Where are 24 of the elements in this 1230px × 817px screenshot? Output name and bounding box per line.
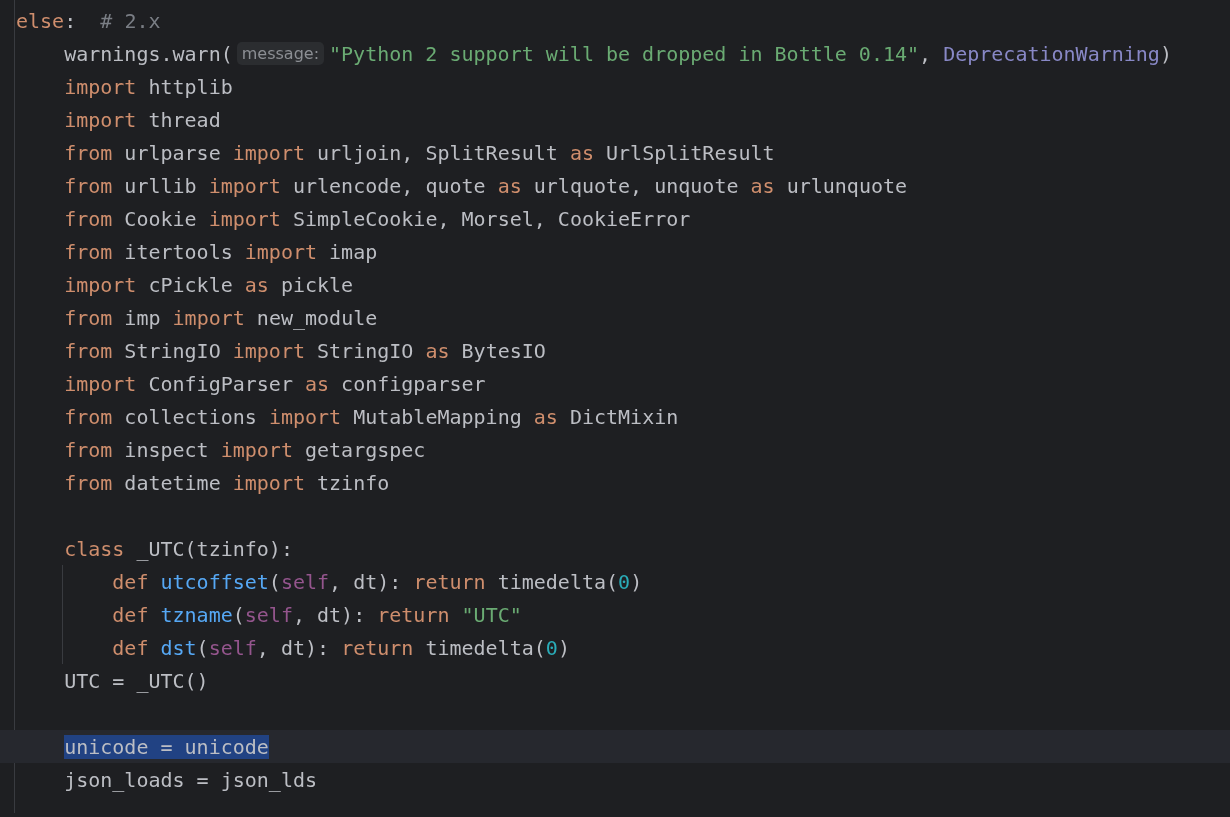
code-text: warnings.warn( bbox=[64, 41, 233, 66]
code-text: def tzname(self, dt): return "UTC" bbox=[112, 602, 522, 627]
code-text: from inspect import getargspec bbox=[64, 437, 426, 462]
code-text: from itertools import imap bbox=[64, 239, 378, 264]
selected-code-text: unicode = unicode bbox=[64, 734, 269, 759]
parameter-hint: message: bbox=[236, 42, 325, 65]
code-text: import ConfigParser as configparser bbox=[64, 371, 486, 396]
code-text: "Python 2 support will be dropped in Bottle 0.14", DeprecationWarning) bbox=[329, 41, 1172, 66]
code-text: from StringIO import StringIO as BytesIO bbox=[64, 338, 546, 363]
code-text: import thread bbox=[64, 107, 221, 132]
code-text: from Cookie import SimpleCookie, Morsel, CookieError bbox=[64, 206, 691, 231]
code-text: def utcoffset(self, dt): return timedelta(0) bbox=[112, 569, 643, 594]
code-text: from collections import MutableMapping as DictMixin bbox=[64, 404, 679, 429]
code-text: else: # 2.x bbox=[16, 8, 161, 33]
code-text: UTC = _UTC() bbox=[64, 668, 209, 693]
code-text: from urlparse import urljoin, SplitResult as UrlSplitResult bbox=[64, 140, 775, 165]
code-text: json_loads = json_lds bbox=[64, 767, 318, 792]
code-text: from datetime import tzinfo bbox=[64, 470, 390, 495]
code-text: import cPickle as pickle bbox=[64, 272, 354, 297]
code-text: class _UTC(tzinfo): bbox=[64, 536, 293, 561]
code-text: from imp import new_module bbox=[64, 305, 378, 330]
code-text: import httplib bbox=[64, 74, 233, 99]
code-text: def dst(self, dt): return timedelta(0) bbox=[112, 635, 570, 660]
code-text: from urllib import urlencode, quote as urlquote, unquote as urlunquote bbox=[64, 173, 908, 198]
